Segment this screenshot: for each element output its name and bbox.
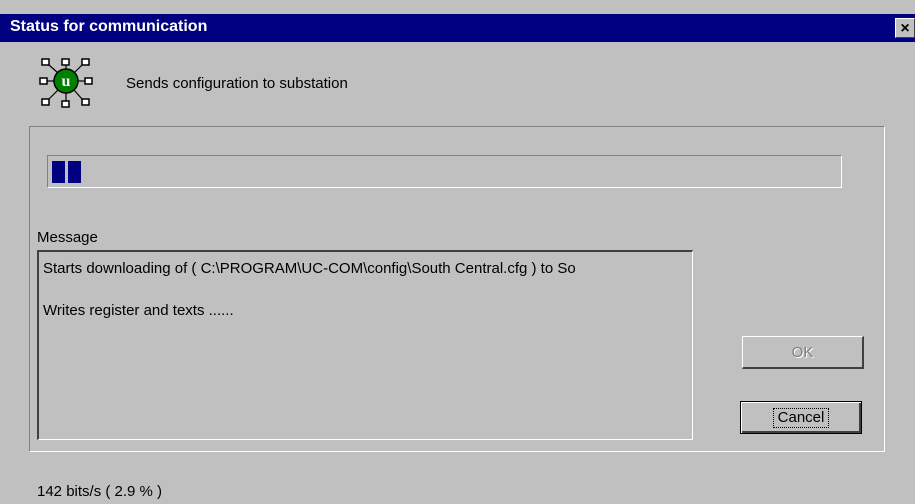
message-label: Message [37,229,98,246]
cancel-button[interactable]: Cancel [740,401,862,434]
transfer-rate-status: 142 bits/s ( 2.9 % ) [37,483,163,500]
cancel-button-label: Cancel [772,408,830,428]
icon-letter: u [62,73,71,90]
close-icon: × [900,20,910,37]
ok-button[interactable]: OK [742,336,864,369]
progress-block [52,161,65,183]
progress-fill [52,161,81,183]
uc-com-network-icon: u [39,58,93,108]
message-box[interactable]: Starts downloading of ( C:\PROGRAM\UC-CO… [37,250,693,440]
title-bar[interactable]: Status for communication × [0,14,915,42]
message-line: Writes register and texts ...... [43,302,234,319]
progress-bar [47,155,842,188]
progress-block [68,161,81,183]
message-line: Starts downloading of ( C:\PROGRAM\UC-CO… [43,260,576,277]
close-button[interactable]: × [895,18,915,38]
header-text: Sends configuration to substation [126,75,348,92]
window-title: Status for communication [10,18,208,35]
